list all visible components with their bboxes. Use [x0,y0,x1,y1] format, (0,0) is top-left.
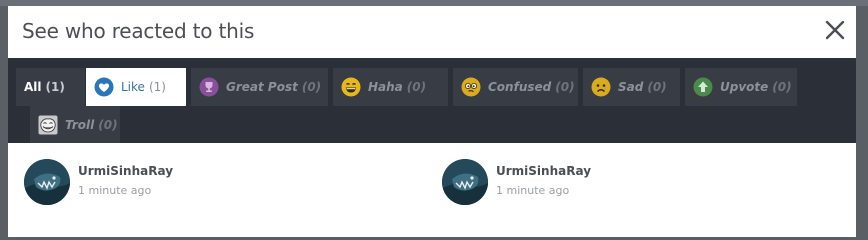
avatar[interactable] [442,159,488,205]
trophy-icon [199,77,219,97]
reactor-name[interactable]: UrmiSinhaRay [496,164,591,178]
tab-count: (0) [301,80,322,94]
troll-face-icon [38,115,58,135]
tab-label: Haha [368,80,403,94]
reactor-name[interactable]: UrmiSinhaRay [78,164,173,178]
tab-count: (1) [45,80,65,94]
tab-count: (0) [647,80,667,94]
tab-label: Great Post [226,80,298,94]
reactions-dialog: See who reacted to this All (1) Like (1) [8,6,856,237]
tab-like[interactable]: Like (1) [86,68,186,106]
tab-great-post[interactable]: Great Post (0) [191,68,328,106]
tab-count: (0) [772,80,792,94]
tab-all[interactable]: All (1) [16,68,85,106]
tab-confused[interactable]: Confused (0) [453,68,578,106]
tab-label: Troll [65,118,95,132]
sad-face-icon [591,77,611,97]
tab-sad[interactable]: Sad (0) [583,68,680,106]
reactor-item: UrmiSinhaRay 1 minute ago [442,159,591,205]
confused-face-icon [461,77,481,97]
dialog-title: See who reacted to this [22,19,255,43]
tab-count: (0) [98,118,118,132]
tab-label: Sad [618,80,644,94]
avatar[interactable] [24,159,70,205]
tab-count: (0) [406,80,427,94]
reaction-time: 1 minute ago [496,184,570,197]
up-arrow-icon [693,77,713,97]
tab-upvote[interactable]: Upvote (0) [685,68,797,106]
tab-count: (1) [148,80,166,94]
tab-label: Confused [488,80,552,94]
laughing-face-icon [341,77,361,97]
close-button[interactable] [824,19,846,41]
reaction-time: 1 minute ago [78,184,152,197]
tab-label: All [24,80,42,94]
tab-label: Upvote [720,80,769,94]
reaction-tabs: All (1) Like (1) Great Post (0) Haha (0)… [8,58,856,144]
heart-icon [94,77,114,97]
dialog-header: See who reacted to this [8,6,856,58]
reactor-list: UrmiSinhaRay 1 minute ago UrmiSinhaRay 1… [8,143,856,237]
tab-troll[interactable]: Troll (0) [30,106,120,144]
close-icon [825,20,845,40]
reactor-item: UrmiSinhaRay 1 minute ago [24,159,173,205]
tab-label: Like [121,80,145,94]
tab-count: (0) [555,80,575,94]
tab-haha[interactable]: Haha (0) [333,68,448,106]
